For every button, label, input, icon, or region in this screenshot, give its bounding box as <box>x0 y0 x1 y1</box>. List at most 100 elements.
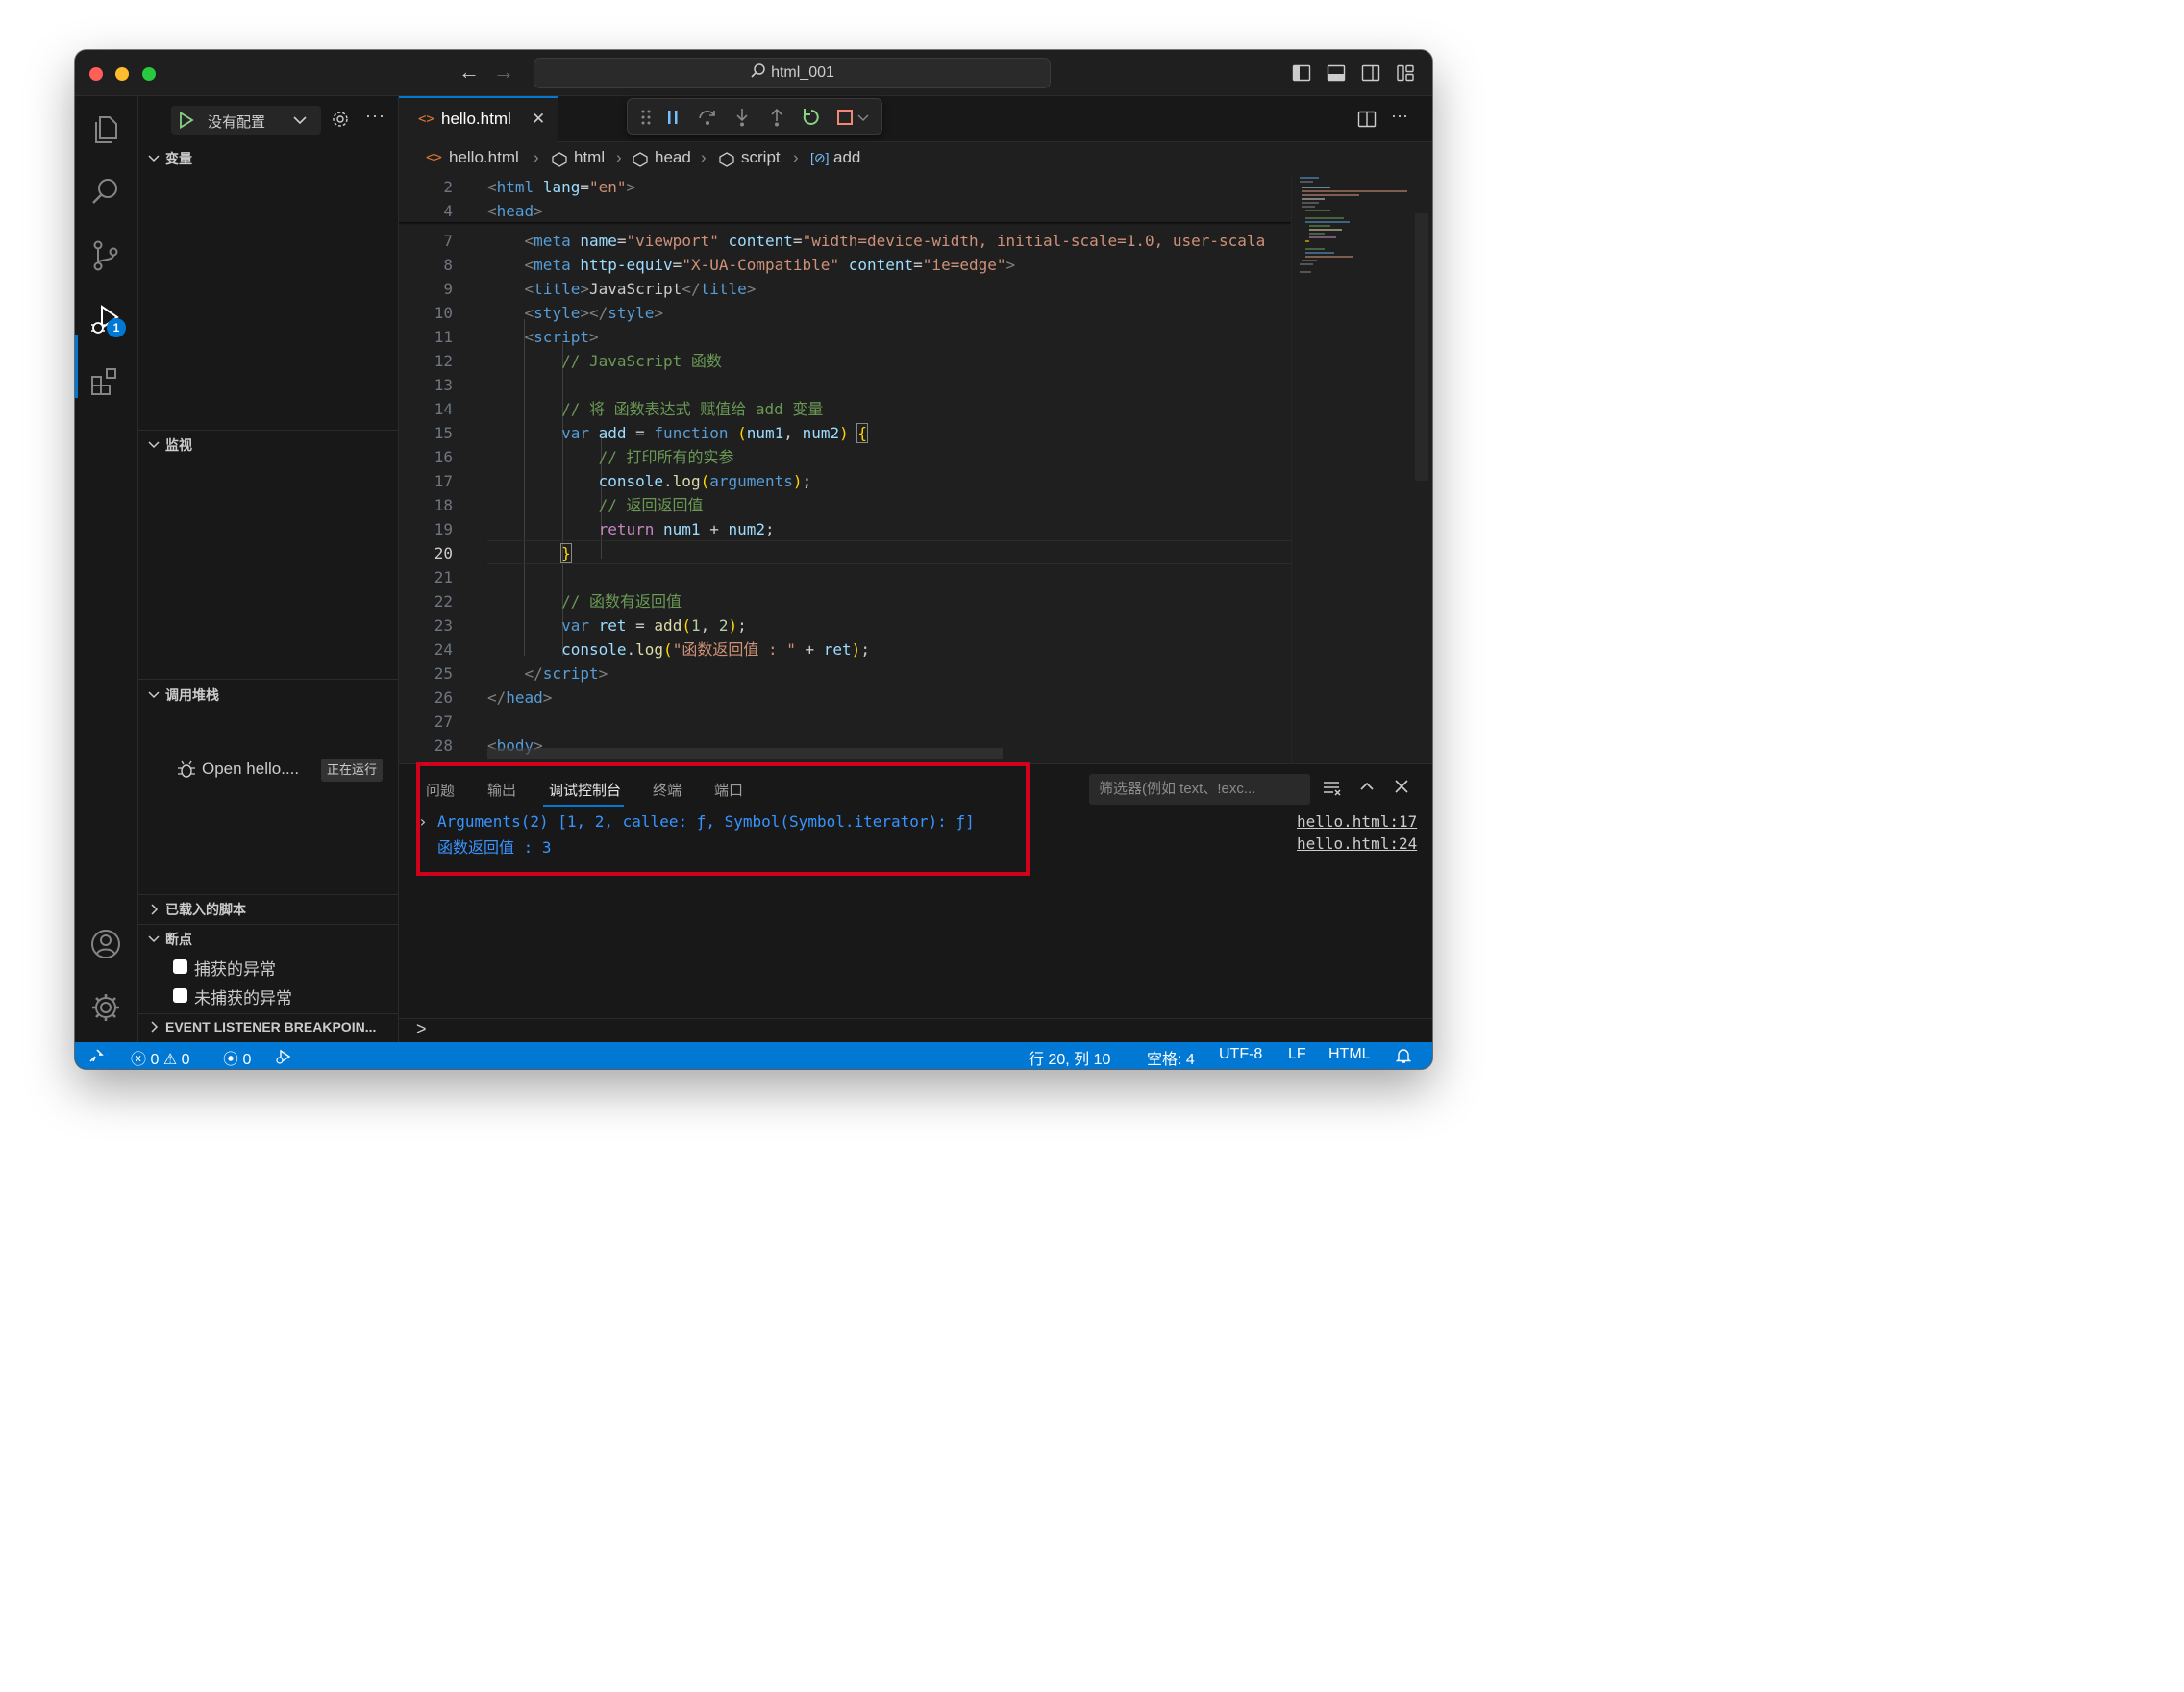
chevron-down-icon[interactable] <box>856 107 870 128</box>
command-center-search[interactable]: html_001 <box>534 58 1051 88</box>
drag-handle-icon[interactable] <box>635 107 657 128</box>
source-control-icon[interactable] <box>88 238 123 273</box>
code-line[interactable]: 13 <box>399 373 1293 397</box>
breakpoint-uncaught-exceptions[interactable]: 未捕获的异常 <box>173 984 394 1009</box>
step-over-icon[interactable] <box>697 107 718 128</box>
close-tab-icon[interactable]: ✕ <box>532 110 545 129</box>
explorer-icon[interactable] <box>88 112 123 146</box>
stop-icon[interactable] <box>835 107 856 128</box>
code-line[interactable]: 17 console.log(arguments); <box>399 469 1293 493</box>
forward-arrow-icon[interactable]: → <box>492 60 515 85</box>
minimap[interactable] <box>1291 175 1413 763</box>
vertical-scrollbar[interactable] <box>1415 213 1428 481</box>
step-out-icon[interactable] <box>766 107 787 128</box>
watch-section-header[interactable]: 监视 <box>138 433 398 458</box>
source-link[interactable]: hello.html:17 <box>1297 812 1417 831</box>
indentation[interactable]: 空格: 4 <box>1147 1046 1195 1069</box>
code-line[interactable]: 24 console.log("函数返回值 : " + ret); <box>399 637 1293 661</box>
code-line[interactable]: 9 <title>JavaScript</title> <box>399 277 1293 301</box>
code-line[interactable]: 23 var ret = add(1, 2); <box>399 613 1293 637</box>
breadcrumb-file[interactable]: hello.html <box>449 148 519 167</box>
minimize-window-button[interactable] <box>115 67 129 81</box>
code-line[interactable]: 15 var add = function (num1, num2) { <box>399 421 1293 445</box>
problems-indicator[interactable]: ⓧ 0 ⚠ 0 <box>131 1046 190 1069</box>
loaded-scripts-section-header[interactable]: 已载入的脚本 <box>138 897 398 922</box>
tab-hello-html[interactable]: <> hello.html ✕ <box>399 96 558 142</box>
end-of-line[interactable]: LF <box>1288 1046 1306 1063</box>
language-mode[interactable]: HTML <box>1328 1046 1371 1063</box>
editor-more-icon[interactable]: ··· <box>1391 106 1408 126</box>
pause-icon[interactable] <box>662 107 683 128</box>
search-icon[interactable] <box>88 175 123 210</box>
toggle-secondary-sidebar-icon[interactable] <box>1361 63 1380 83</box>
source-link[interactable]: hello.html:24 <box>1297 834 1417 853</box>
variables-section-header[interactable]: 变量 <box>138 146 398 171</box>
code-line[interactable]: 2 <html lang="en"> <box>399 175 1293 199</box>
code-line[interactable]: 26 </head> <box>399 685 1293 709</box>
code-line[interactable]: 11 <script> <box>399 325 1293 349</box>
close-window-button[interactable] <box>89 67 103 81</box>
close-panel-icon[interactable] <box>1393 778 1410 795</box>
checkbox[interactable] <box>173 988 187 1003</box>
code-line[interactable]: 20 } <box>399 541 1293 565</box>
warning-icon: ⚠ <box>162 1052 178 1068</box>
breakpoint-caught-exceptions[interactable]: 捕获的异常 <box>173 956 394 981</box>
code-line[interactable]: 16 // 打印所有的实参 <box>399 445 1293 469</box>
breadcrumb-html[interactable]: html <box>574 148 605 167</box>
zoom-window-button[interactable] <box>142 67 156 81</box>
call-stack-section-header[interactable]: 调用堆栈 <box>138 683 398 708</box>
code-line[interactable]: 4 <head> <box>399 199 1293 223</box>
code-line[interactable]: 14 // 将 函数表达式 赋值给 add 变量 <box>399 397 1293 421</box>
code-line[interactable]: 25 </script> <box>399 661 1293 685</box>
run-config-dropdown[interactable]: 没有配置 <box>171 106 321 135</box>
line-content: <meta name="viewport" content="width=dev… <box>524 232 1266 250</box>
breadcrumb-head[interactable]: head <box>655 148 691 167</box>
code-line[interactable]: 21 <box>399 565 1293 589</box>
line-number: 2 <box>443 178 453 196</box>
horizontal-scrollbar[interactable] <box>487 748 1003 759</box>
remote-indicator-icon[interactable] <box>88 1048 104 1063</box>
breadcrumb-script[interactable]: script <box>741 148 781 167</box>
code-line[interactable]: 8 <meta http-equiv="X-UA-Compatible" con… <box>399 253 1293 277</box>
element-symbol-icon <box>552 152 567 167</box>
manage-gear-icon[interactable] <box>88 990 123 1025</box>
toggle-primary-sidebar-icon[interactable] <box>1292 63 1311 83</box>
step-into-icon[interactable] <box>732 107 753 128</box>
cursor-position[interactable]: 行 20, 列 10 <box>1029 1046 1110 1069</box>
line-content: <head> <box>487 202 543 220</box>
extensions-icon[interactable] <box>88 365 123 400</box>
code-line[interactable]: 7 <meta name="viewport" content="width=d… <box>399 229 1293 253</box>
more-actions-icon[interactable]: ··· <box>365 106 385 126</box>
clear-console-icon[interactable] <box>1322 778 1343 797</box>
code-line[interactable]: 27 <box>399 709 1293 734</box>
restart-icon[interactable] <box>801 107 822 128</box>
breadcrumb-add[interactable]: add <box>833 148 860 167</box>
customize-layout-icon[interactable] <box>1396 63 1415 83</box>
call-stack-session[interactable]: Open hello.... 正在运行 <box>177 758 390 783</box>
code-line[interactable]: 12 // JavaScript 函数 <box>399 349 1293 373</box>
toggle-panel-icon[interactable] <box>1327 63 1346 83</box>
console-filter-input[interactable]: 筛选器(例如 text、!exc... <box>1089 774 1310 805</box>
event-listener-section-header[interactable]: EVENT LISTENER BREAKPOIN... <box>138 1014 398 1039</box>
encoding[interactable]: UTF-8 <box>1219 1046 1262 1063</box>
open-launch-json-gear-icon[interactable] <box>331 110 350 129</box>
code-line[interactable]: 18 // 返回返回值 <box>399 493 1293 517</box>
code-line[interactable]: 22 // 函数有返回值 <box>399 589 1293 613</box>
code-editor[interactable]: 2 <html lang="en"> 4 <head> 7 <meta name="vi… <box>399 175 1432 763</box>
line-content: // 函数有返回值 <box>561 592 682 610</box>
accounts-icon[interactable] <box>88 927 123 961</box>
split-editor-icon[interactable] <box>1357 110 1377 129</box>
code-line[interactable]: 19 return num1 + num2; <box>399 517 1293 541</box>
line-content: return num1 + num2; <box>598 520 775 538</box>
notifications-bell-icon[interactable] <box>1396 1047 1411 1064</box>
ports-indicator[interactable]: ⦿ 0 <box>223 1046 251 1069</box>
console-input-row[interactable]: > <box>399 1018 1432 1043</box>
checkbox[interactable] <box>173 959 187 974</box>
breakpoints-section-header[interactable]: 断点 <box>138 927 398 952</box>
start-debugging-icon[interactable] <box>179 112 194 129</box>
debug-session-icon[interactable] <box>275 1048 292 1065</box>
maximize-panel-chevron-up-icon[interactable] <box>1358 778 1376 795</box>
code-line[interactable]: 10 <style></style> <box>399 301 1293 325</box>
line-number: 22 <box>434 592 453 610</box>
back-arrow-icon[interactable]: ← <box>458 60 481 85</box>
